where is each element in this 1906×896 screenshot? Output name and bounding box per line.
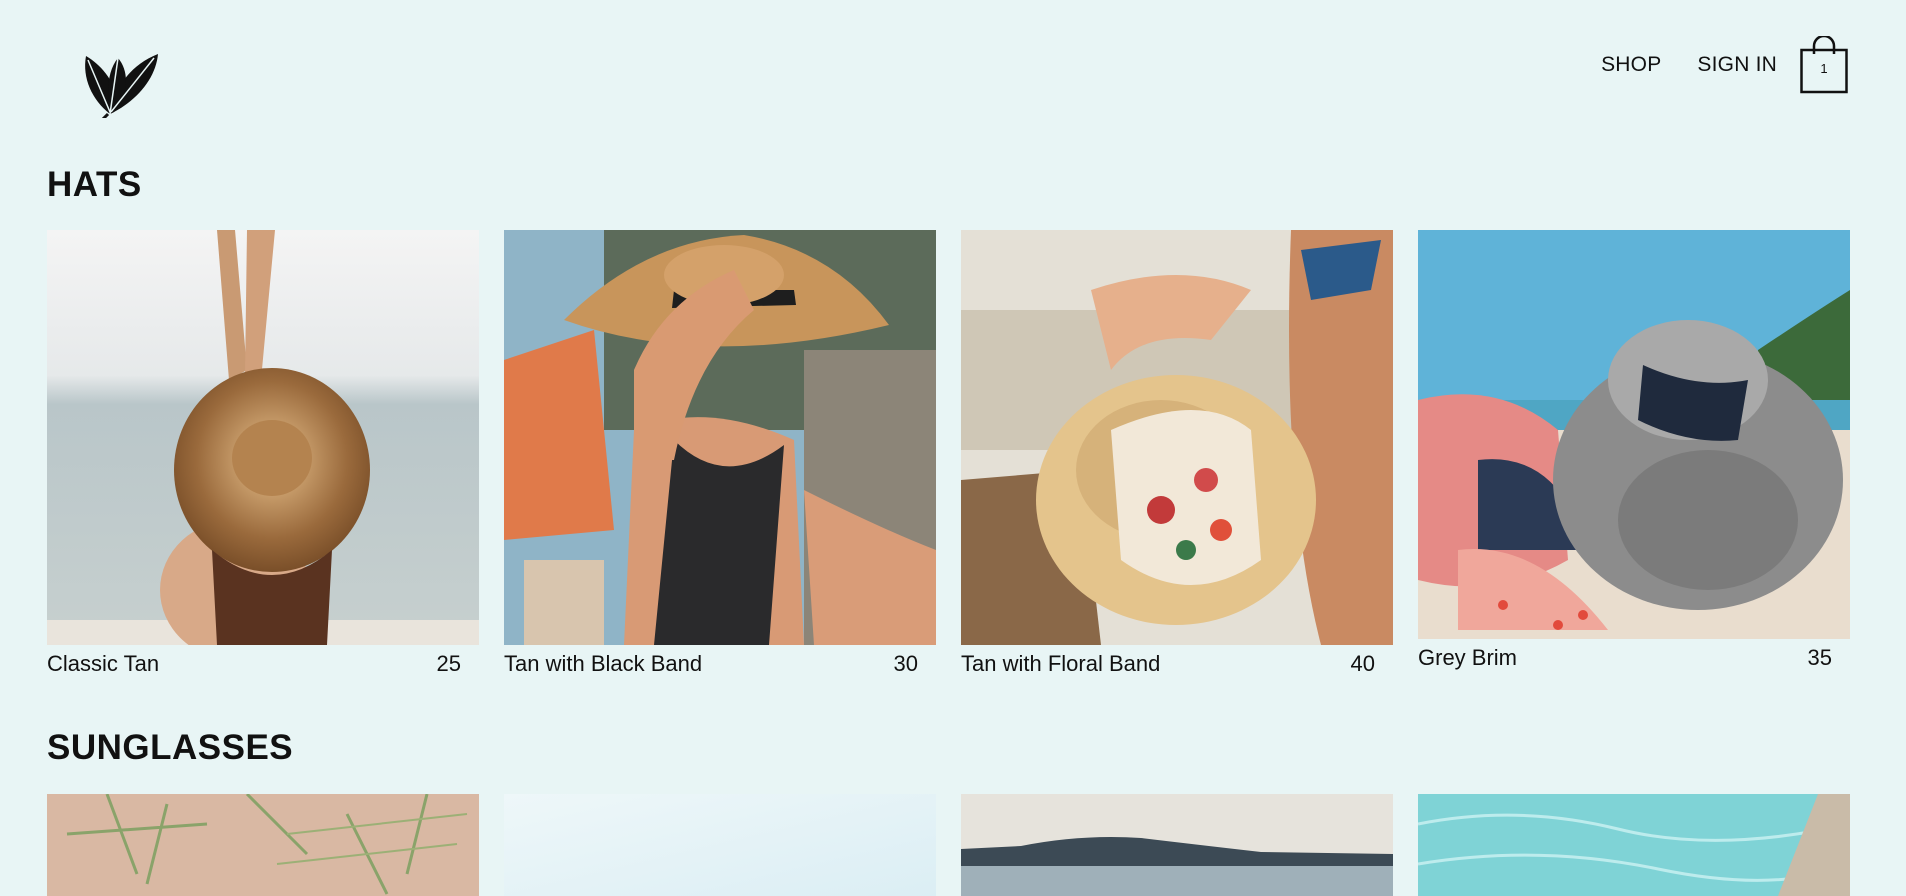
product-grid-sunglasses: [47, 794, 1850, 896]
section-title-sunglasses[interactable]: SUNGLASSES: [47, 728, 293, 768]
product-card[interactable]: Tan with Floral Band 40: [961, 230, 1393, 677]
cart-button[interactable]: 1: [1800, 36, 1848, 94]
product-price: 40: [1350, 651, 1375, 676]
product-card[interactable]: [504, 794, 936, 896]
product-name: Tan with Black Band: [504, 651, 703, 676]
product-price: 35: [1807, 645, 1832, 670]
nav-sign-in-link[interactable]: SIGN IN: [1697, 53, 1777, 77]
palm-leaves-icon: [85, 54, 158, 124]
product-grid-hats: Classic Tan 25 Tan with Black Band 30 Ta…: [47, 230, 1850, 677]
product-card[interactable]: [961, 794, 1393, 896]
product-price: 30: [893, 651, 918, 676]
cart-count: 1: [1820, 61, 1828, 76]
nav-shop-link[interactable]: SHOP: [1601, 53, 1661, 77]
product-name: Classic Tan: [47, 651, 160, 676]
logo[interactable]: [80, 50, 160, 124]
product-image[interactable]: [961, 230, 1393, 645]
product-image[interactable]: [504, 794, 936, 896]
product-info: Classic Tan 25: [47, 651, 479, 677]
product-image[interactable]: [961, 794, 1393, 896]
product-image[interactable]: [47, 230, 479, 645]
product-info: Tan with Floral Band 40: [961, 651, 1393, 677]
product-info: Grey Brim 35: [1418, 645, 1850, 671]
product-image[interactable]: [1418, 230, 1850, 639]
product-image[interactable]: [47, 794, 479, 896]
page: SHOP SIGN IN 1 HATS Classic Tan 25 Tan w…: [0, 0, 1906, 896]
product-card[interactable]: [1418, 794, 1850, 896]
product-name: Grey Brim: [1418, 645, 1517, 670]
product-image[interactable]: [1418, 794, 1850, 896]
product-card[interactable]: [47, 794, 479, 896]
product-card[interactable]: Classic Tan 25: [47, 230, 479, 677]
product-card[interactable]: Grey Brim 35: [1418, 230, 1850, 677]
product-price: 25: [436, 651, 461, 676]
product-card[interactable]: Tan with Black Band 30: [504, 230, 936, 677]
product-info: Tan with Black Band 30: [504, 651, 936, 677]
section-title-hats[interactable]: HATS: [47, 165, 142, 205]
main-nav: SHOP SIGN IN 1: [1565, 36, 1848, 94]
product-name: Tan with Floral Band: [961, 651, 1161, 676]
product-image[interactable]: [504, 230, 936, 645]
